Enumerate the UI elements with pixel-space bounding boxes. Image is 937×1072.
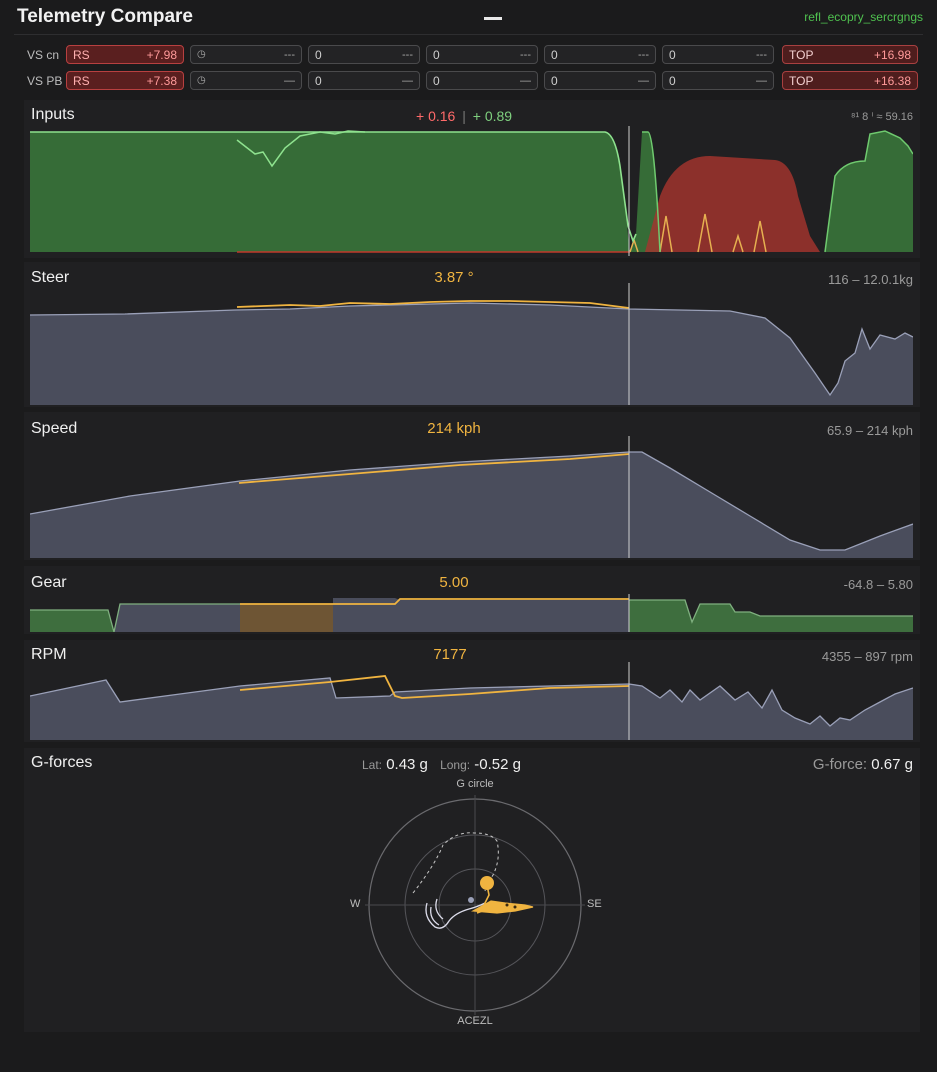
sector-cell-3[interactable]: 0 — xyxy=(544,71,656,90)
speed-chart[interactable] xyxy=(30,436,913,558)
sector-cell-1[interactable]: 0 — xyxy=(308,71,420,90)
speed-value: 214 kph xyxy=(427,420,481,437)
gforce-total: G-force: 0.67 g xyxy=(812,756,913,773)
top-tag: TOP xyxy=(789,47,814,62)
steer-chart[interactable] xyxy=(30,283,913,405)
gcircle-right-label: SE xyxy=(587,898,602,910)
row-label-vs-pb: VS PB xyxy=(27,74,63,88)
delta-cell[interactable]: ◷ — xyxy=(190,71,302,90)
clock-icon: ◷ xyxy=(197,75,206,86)
compare-rows: VS cn RS +7.98 ◷ --- 0 --- 0 --- 0 --- 0… xyxy=(0,0,937,100)
rpm-reference-area xyxy=(30,678,913,740)
gforce-white-point xyxy=(468,897,474,903)
rpm-value: 7177 xyxy=(433,646,467,663)
inputs-delta: + 0.16 | + 0.89 xyxy=(416,108,513,124)
gear-value: 5.00 xyxy=(439,574,469,591)
gforce-current-point xyxy=(480,876,494,890)
gear-ref-area-mid xyxy=(333,598,629,632)
delta-cell[interactable]: ◷ --- xyxy=(190,45,302,64)
rs-value: +7.38 xyxy=(146,73,177,88)
inputs-title: Inputs xyxy=(31,106,75,123)
top-value: +16.38 xyxy=(873,73,911,88)
rs-tag: RS xyxy=(73,47,90,62)
gforce-white-trace xyxy=(425,898,486,929)
brake-delta: + 0.16 xyxy=(416,108,456,124)
gear-orange-area xyxy=(240,604,333,632)
rs-tag: RS xyxy=(73,73,90,88)
gear-ref-area xyxy=(114,604,240,632)
sector-cell-4[interactable]: 0 — xyxy=(662,71,774,90)
sector-cell-2[interactable]: 0 — xyxy=(426,71,538,90)
speed-reference-area xyxy=(30,452,913,558)
row-label-vs-cn: VS cn xyxy=(27,48,60,62)
throttle-area-end xyxy=(825,131,913,252)
gear-chart[interactable] xyxy=(30,594,913,632)
gcircle-bottom-label: ACEZL xyxy=(457,1015,493,1027)
gear-title: Gear xyxy=(31,574,67,591)
gforce-total-value: 0.67 g xyxy=(871,756,913,773)
gforces-title: G-forces xyxy=(31,754,93,771)
inputs-chart[interactable] xyxy=(30,126,913,256)
gear-green-area-left xyxy=(30,610,114,632)
sector-cell-3[interactable]: 0 --- xyxy=(544,45,656,64)
sector-cell-4[interactable]: 0 --- xyxy=(662,45,774,64)
top-cell-vs-cn[interactable]: TOP +16.98 xyxy=(782,45,918,64)
gforce-circle-chart[interactable] xyxy=(365,795,585,1015)
lat-value: 0.43 g xyxy=(386,756,428,773)
steer-reference-area xyxy=(30,303,913,405)
rpm-chart[interactable] xyxy=(30,662,913,740)
sector-cell-1[interactable]: 0 --- xyxy=(308,45,420,64)
throttle-area xyxy=(30,132,630,252)
sector-cell-2[interactable]: 0 --- xyxy=(426,45,538,64)
rs-cell-vs-cn[interactable]: RS +7.98 xyxy=(66,45,184,64)
clock-icon: ◷ xyxy=(197,49,206,60)
top-cell-vs-pb[interactable]: TOP +16.38 xyxy=(782,71,918,90)
top-tag: TOP xyxy=(789,73,814,88)
throttle-delta: + 0.89 xyxy=(472,108,513,124)
gcircle-top-label: G circle xyxy=(456,778,494,790)
top-value: +16.98 xyxy=(873,47,911,62)
gforces-readout: Lat: 0.43 g Long: -0.52 g xyxy=(362,756,521,773)
gear-range: -64.8 – 5.80 xyxy=(843,577,913,592)
brake-area xyxy=(645,156,820,252)
rs-value: +7.98 xyxy=(146,47,177,62)
long-value: -0.52 g xyxy=(474,756,521,773)
inputs-range: ⁸¹ 8 ⁱ ≈ 59.16 xyxy=(850,111,913,123)
rs-cell-vs-pb[interactable]: RS +7.38 xyxy=(66,71,184,90)
gcircle-left-label: W xyxy=(350,898,361,910)
